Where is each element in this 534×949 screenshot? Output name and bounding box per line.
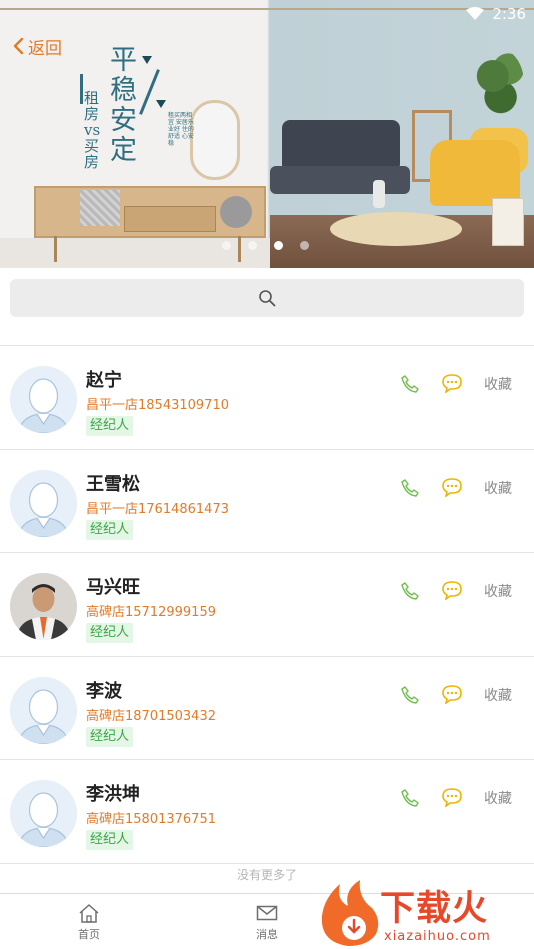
carousel-dot[interactable] <box>222 241 231 250</box>
carousel-dot[interactable] <box>300 241 309 250</box>
agent-role-badge: 经纪人 <box>86 416 134 436</box>
default-avatar <box>10 469 77 537</box>
agent-row[interactable]: 马兴旺 高碑店15712999159 经纪人 收藏 <box>0 553 534 657</box>
agent-store-phone: 昌平一店18543109710 <box>86 398 229 413</box>
agent-role-badge: 经纪人 <box>86 726 134 747</box>
wifi-icon <box>466 7 485 20</box>
default-avatar <box>10 676 77 744</box>
tab-home[interactable]: 首页 <box>0 894 178 949</box>
tab-home-label: 首页 <box>78 927 100 941</box>
search-icon <box>259 290 276 307</box>
agent-role-badge: 经纪人 <box>86 623 134 644</box>
banner-cabinet-leg <box>54 236 57 262</box>
agent-role-badge: 经纪人 <box>86 519 134 540</box>
chevron-left-icon <box>13 37 24 55</box>
banner-fine-print: 租买两相宜 安居乐业好 住的舒适 心安稳 <box>168 112 194 147</box>
agent-name: 马兴旺 <box>86 577 140 599</box>
default-avatar <box>10 366 77 433</box>
status-bar: 2:36 <box>466 4 526 24</box>
agent-role-badge: 经纪人 <box>86 830 134 851</box>
banner-cabinet-drawer <box>124 206 216 232</box>
phone-icon[interactable] <box>400 581 420 601</box>
status-time: 2:36 <box>492 5 526 23</box>
banner-lamp <box>373 180 385 208</box>
agent-name: 赵宁 <box>86 370 122 391</box>
agent-store-phone: 高碑店18701503432 <box>86 708 216 724</box>
chat-icon[interactable] <box>441 580 463 601</box>
default-avatar <box>10 780 77 848</box>
banner-sofa-back <box>282 120 400 172</box>
banner-cabinet-grid <box>80 190 120 226</box>
back-label: 返回 <box>28 38 62 59</box>
chat-icon[interactable] <box>441 787 463 808</box>
agent-row[interactable]: 赵宁 昌平一店18543109710 经纪人 收藏 <box>0 346 534 450</box>
favorite-button[interactable]: 收藏 <box>484 478 512 498</box>
banner-subheadline: 租房vs买房 <box>84 89 101 171</box>
photo-avatar <box>10 573 77 641</box>
banner-cabinet-round <box>220 196 252 228</box>
tab-messages-label: 消息 <box>256 927 278 941</box>
banner-rug <box>330 212 462 246</box>
banner-side-table <box>492 198 524 246</box>
agent-row[interactable]: 李洪坤 高碑店15801376751 经纪人 收藏 <box>0 760 534 864</box>
watermark-brand: 下载火 <box>380 889 489 929</box>
agent-store-phone: 高碑店15712999159 <box>86 605 216 621</box>
agent-name: 李波 <box>86 680 122 702</box>
agent-name: 王雪松 <box>86 473 140 495</box>
back-button[interactable]: 返回 <box>12 34 62 59</box>
carousel-dot-active[interactable] <box>274 241 283 250</box>
mail-icon <box>256 905 278 920</box>
banner-mirror <box>190 100 240 180</box>
agent-row[interactable]: 王雪松 昌平一店17614861473 经纪人 收藏 <box>0 450 534 554</box>
agent-store-phone: 昌平一店17614861473 <box>86 501 229 517</box>
agent-store-phone: 高碑店15801376751 <box>86 812 216 828</box>
search-bar[interactable] <box>10 279 524 317</box>
chat-icon[interactable] <box>441 684 463 704</box>
agent-list: 赵宁 昌平一店18543109710 经纪人 收藏 王雪松 昌平一店176148… <box>0 346 534 864</box>
favorite-button[interactable]: 收藏 <box>484 374 512 394</box>
watermark-url: xiazaihuo.com <box>384 929 491 944</box>
phone-icon[interactable] <box>400 788 420 808</box>
home-icon <box>79 903 99 923</box>
carousel-dot[interactable] <box>248 241 257 250</box>
favorite-button[interactable]: 收藏 <box>484 788 512 808</box>
phone-icon[interactable] <box>400 374 420 394</box>
banner-plant <box>472 48 524 118</box>
banner-headline: 平稳安定 <box>110 45 137 166</box>
banner-chair <box>430 140 520 206</box>
agent-row[interactable]: 李波 高碑店18701503432 经纪人 收藏 <box>0 657 534 761</box>
favorite-button[interactable]: 收藏 <box>484 685 512 705</box>
banner-frame <box>0 8 534 10</box>
chat-icon[interactable] <box>441 477 463 497</box>
carousel-indicator <box>222 241 309 250</box>
banner-sofa-seat <box>270 166 410 194</box>
banner-carousel[interactable]: 平稳安定 租房vs买房 租买两相宜 安居乐业好 住的舒适 心安稳 <box>0 0 534 268</box>
chat-icon[interactable] <box>441 373 463 393</box>
agent-name: 李洪坤 <box>86 784 140 806</box>
banner-deco-bracket <box>80 74 83 104</box>
phone-icon[interactable] <box>400 478 420 498</box>
phone-icon[interactable] <box>400 685 420 705</box>
favorite-button[interactable]: 收藏 <box>484 581 512 601</box>
